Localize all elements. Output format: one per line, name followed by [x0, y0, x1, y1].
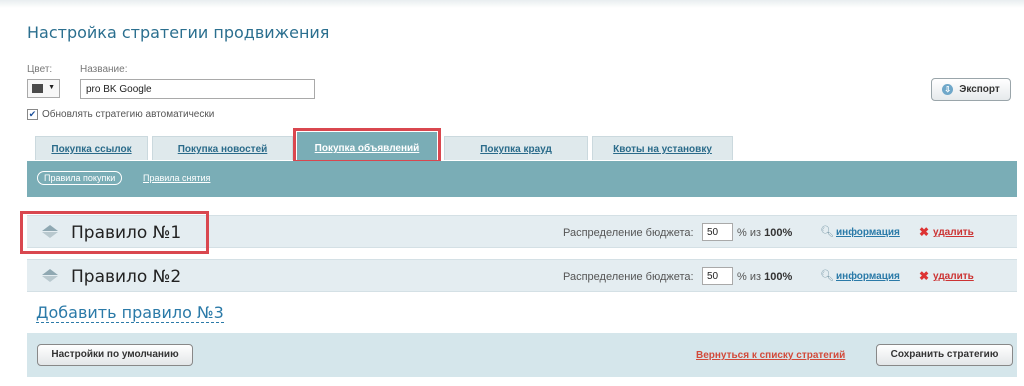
tab-buy-news[interactable]: Покупка новостей — [152, 136, 293, 160]
budget-input[interactable] — [702, 223, 733, 241]
tab-buy-ads[interactable]: Покупка объявлений — [297, 132, 437, 162]
auto-update-checkbox[interactable]: ✔ — [27, 109, 38, 120]
collapse-icon[interactable] — [42, 269, 58, 283]
rule-title[interactable]: Правило №1 — [71, 223, 181, 243]
rule-row: Правило №2 Распределение бюджета: % из 1… — [27, 259, 1017, 292]
auto-update-label: Обновлять стратегию автоматически — [42, 109, 215, 120]
collapse-icon[interactable] — [42, 225, 58, 239]
delete-link[interactable]: удалить — [933, 271, 974, 282]
tab-buy-crowd[interactable]: Покупка крауд — [444, 136, 588, 160]
info-link[interactable]: информация — [836, 271, 900, 282]
search-icon: 🔍︎ — [820, 226, 834, 238]
tab-buy-links[interactable]: Покупка ссылок — [35, 136, 148, 160]
delete-icon[interactable]: ✖ — [919, 225, 929, 239]
name-label: Название: — [80, 64, 128, 75]
rule-title[interactable]: Правило №2 — [71, 267, 181, 287]
auto-update-row[interactable]: ✔ Обновлять стратегию автоматически — [27, 109, 214, 120]
color-select[interactable]: ▼ — [27, 79, 60, 98]
color-label: Цвет: — [27, 64, 53, 75]
subtab-remove-rules[interactable]: Правила снятия — [143, 173, 210, 183]
budget-label: Распределение бюджета: — [563, 271, 694, 283]
budget-total: % из 100% — [737, 271, 793, 283]
rule-row: Правило №1 Распределение бюджета: % из 1… — [27, 215, 1017, 248]
delete-icon[interactable]: ✖ — [919, 269, 929, 283]
footer-bar: Настройки по умолчанию Вернуться к списк… — [27, 333, 1017, 377]
add-rule-link[interactable]: Добавить правило №3 — [36, 304, 224, 323]
export-button[interactable]: ⇩ Экспорт — [931, 78, 1011, 101]
back-to-strategies-link[interactable]: Вернуться к списку стратегий — [696, 350, 845, 361]
budget-total: % из 100% — [737, 227, 793, 239]
chevron-down-icon: ▼ — [48, 84, 55, 91]
budget-label: Распределение бюджета: — [563, 227, 694, 239]
budget-input[interactable] — [702, 267, 733, 285]
tab-install-quotas[interactable]: Квоты на установку — [592, 136, 733, 160]
subtab-bar: Правила покупки Правила снятия — [27, 161, 1017, 197]
export-icon: ⇩ — [942, 84, 954, 95]
top-shade — [0, 0, 1024, 8]
delete-link[interactable]: удалить — [933, 227, 974, 238]
page-title: Настройка стратегии продвижения — [27, 23, 330, 42]
export-label: Экспорт — [959, 84, 1000, 95]
defaults-button[interactable]: Настройки по умолчанию — [37, 344, 193, 366]
info-link[interactable]: информация — [836, 227, 900, 238]
color-swatch — [32, 84, 43, 93]
save-strategy-button[interactable]: Сохранить стратегию — [876, 344, 1013, 366]
search-icon: 🔍︎ — [820, 270, 834, 282]
strategy-name-input[interactable] — [80, 79, 315, 99]
subtab-buy-rules[interactable]: Правила покупки — [37, 171, 123, 185]
